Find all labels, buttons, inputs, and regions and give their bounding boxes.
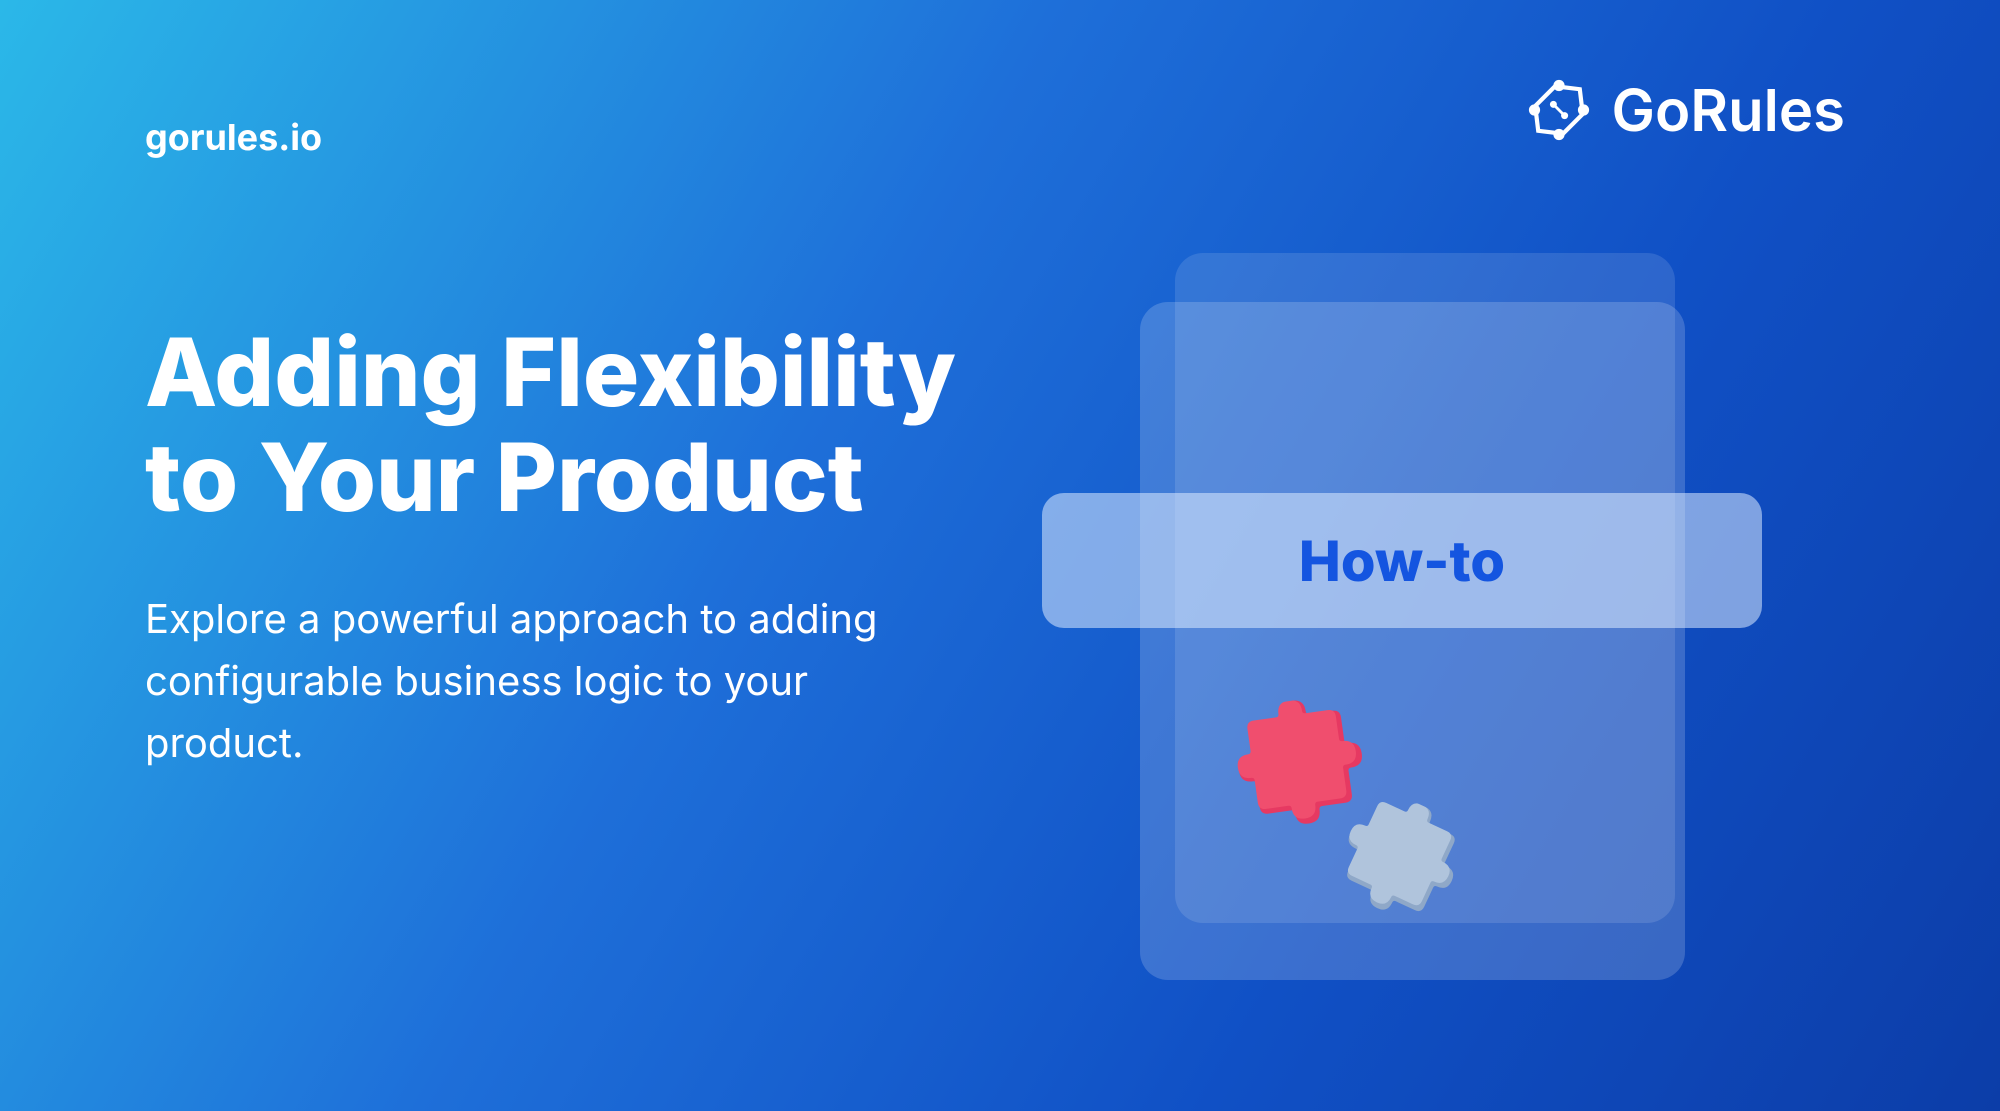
page-title: Adding Flexibility to Your Product	[145, 320, 1045, 531]
category-badge-label: How-to	[1299, 527, 1505, 595]
category-badge: How-to	[1042, 493, 1762, 628]
logo: GoRules	[1524, 75, 1845, 145]
site-url: gorules.io	[145, 115, 322, 159]
logo-icon	[1524, 75, 1594, 145]
page-subtitle: Explore a powerful approach to adding co…	[145, 588, 915, 774]
puzzle-illustration	[1210, 700, 1490, 960]
logo-text: GoRules	[1612, 75, 1845, 145]
